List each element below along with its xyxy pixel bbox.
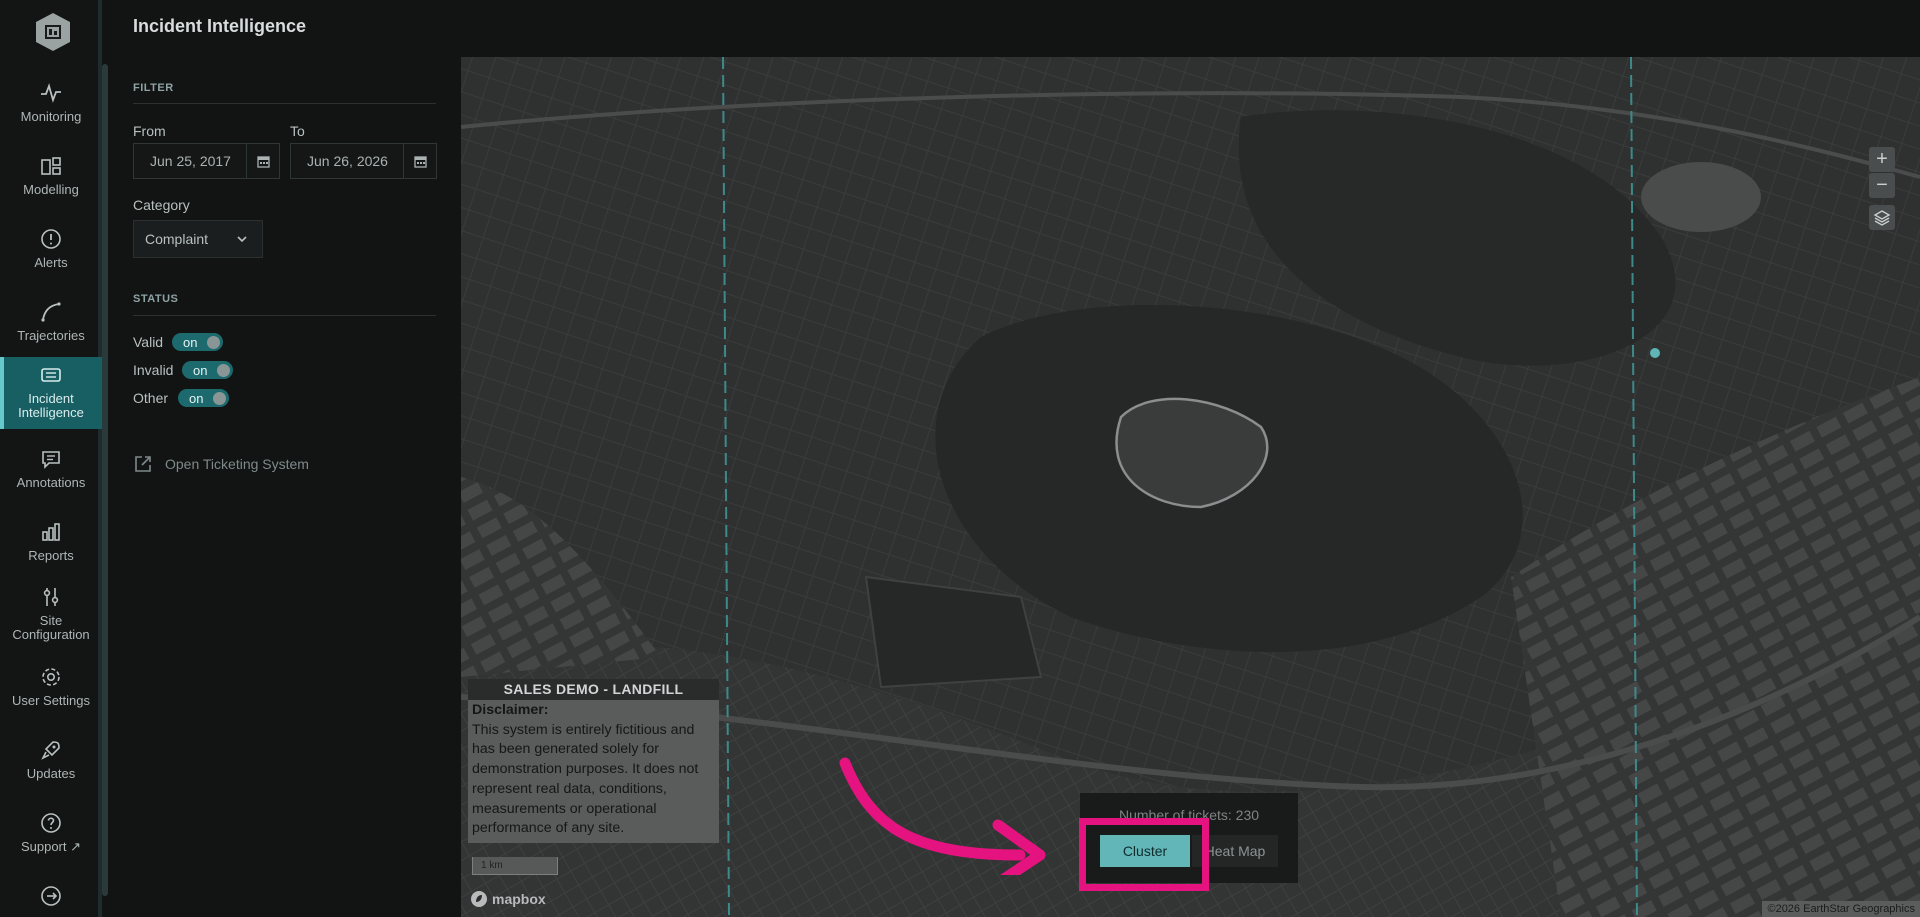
toggle-label: Other [133, 390, 169, 406]
invalid-toggle[interactable]: on [182, 361, 233, 379]
map-attribution[interactable]: ©2026 EarthStar Geographics [1762, 901, 1920, 917]
external-link-icon [135, 456, 151, 472]
other-toggle[interactable]: on [178, 389, 229, 407]
highlight-box [1079, 818, 1209, 891]
disclaimer-body: Disclaimer: This system is entirely fict… [468, 700, 719, 843]
nav-label: Updates [26, 766, 76, 781]
nav-label: Annotations [16, 475, 86, 490]
nav-label: Alerts [34, 255, 68, 270]
disclaimer-text: This system is entirely fictitious and h… [472, 721, 699, 837]
map-scale-bar: 1 km [472, 857, 558, 875]
from-label: From [133, 123, 166, 139]
zoom-in-button[interactable]: + [1869, 147, 1895, 172]
nav-item-logout[interactable] [0, 880, 102, 917]
map-view[interactable]: + − SALES DEMO - LANDFILL Disclaimer: Th… [461, 57, 1920, 917]
category-value: Complaint [145, 231, 209, 247]
toggle-knob [213, 392, 226, 405]
message-icon [42, 451, 60, 469]
zoom-out-button[interactable]: − [1869, 173, 1895, 198]
nav-label: Modelling [23, 182, 79, 197]
logout-icon [41, 886, 61, 906]
nav-label: Reports [28, 548, 74, 563]
from-date-field[interactable]: Jun 25, 2017 [133, 143, 280, 179]
disclaimer-heading: Disclaimer: [472, 702, 549, 718]
status-row-other: Other on [133, 388, 229, 408]
nav-label: Support ↗ [20, 839, 82, 854]
to-date-value: Jun 26, 2026 [307, 153, 388, 169]
open-ticketing-link[interactable]: Open Ticketing System [133, 454, 309, 474]
pointer-arrow-icon [839, 757, 1046, 875]
nav-item-user-settings[interactable]: User Settings [0, 661, 102, 733]
toggle-label: Valid [133, 334, 164, 350]
nav-label: Monitoring [20, 109, 82, 124]
filter-section-label: FILTER [133, 82, 174, 94]
app-logo-icon[interactable] [34, 12, 72, 52]
calendar-icon[interactable] [403, 144, 436, 178]
nav-item-incident-intelligence[interactable]: Incident Intelligence [0, 357, 102, 429]
disclaimer-panel: SALES DEMO - LANDFILL Disclaimer: This s… [468, 679, 719, 843]
nav-item-support[interactable]: Support ↗ [0, 807, 102, 879]
status-section-label: STATUS [133, 293, 179, 305]
rocket-icon [41, 741, 60, 760]
calendar-icon[interactable] [246, 144, 279, 178]
valid-toggle[interactable]: on [172, 333, 223, 351]
layers-icon [1873, 209, 1891, 226]
nav-label: Trajectories [17, 328, 85, 343]
mapbox-logo[interactable]: mapbox [470, 890, 546, 908]
mapbox-logo-icon [471, 891, 487, 907]
bar-chart-icon [42, 523, 60, 541]
nav-item-reports[interactable]: Reports [0, 516, 102, 588]
status-row-invalid: Invalid on [133, 360, 233, 380]
toggle-knob [207, 336, 220, 349]
left-nav: Monitoring Modelling Alerts Trajectories… [0, 0, 102, 917]
gear-icon [42, 668, 60, 686]
external-link-icon: ↗ [70, 839, 82, 854]
category-label: Category [133, 197, 190, 213]
nav-item-monitoring[interactable]: Monitoring [0, 77, 102, 149]
nav-item-updates[interactable]: Updates [0, 734, 102, 806]
nav-item-modelling[interactable]: Modelling [0, 150, 102, 222]
help-circle-icon [41, 813, 61, 833]
pulse-icon [41, 83, 61, 103]
alert-circle-icon [41, 229, 61, 249]
layers-button[interactable] [1869, 205, 1895, 230]
nav-item-alerts[interactable]: Alerts [0, 223, 102, 295]
from-date-value: Jun 25, 2017 [150, 153, 231, 169]
ticket-icon [41, 368, 61, 382]
nav-label: User Settings [11, 693, 91, 708]
nav-label: Incident Intelligence [18, 391, 84, 420]
chevron-down-icon [237, 236, 247, 243]
filter-panel: FILTER From To Jun 25, 2017 Jun 26, 2026… [133, 0, 437, 917]
disclaimer-title: SALES DEMO - LANDFILL [468, 679, 719, 700]
nav-item-site-configuration[interactable]: Site Configuration [0, 581, 102, 653]
to-date-field[interactable]: Jun 26, 2026 [290, 143, 437, 179]
toggle-knob [217, 364, 230, 377]
nav-item-annotations[interactable]: Annotations [0, 443, 102, 515]
to-label: To [290, 123, 305, 139]
status-row-valid: Valid on [133, 332, 223, 352]
nav-label: Site Configuration [12, 613, 90, 642]
divider [133, 315, 436, 316]
layout-grid-icon [41, 157, 61, 175]
category-select[interactable]: Complaint [133, 220, 263, 258]
toggle-label: Invalid [133, 362, 174, 378]
sliders-icon [43, 588, 59, 606]
curve-icon [41, 302, 61, 322]
nav-scrollbar[interactable] [102, 64, 108, 896]
divider [133, 103, 436, 104]
